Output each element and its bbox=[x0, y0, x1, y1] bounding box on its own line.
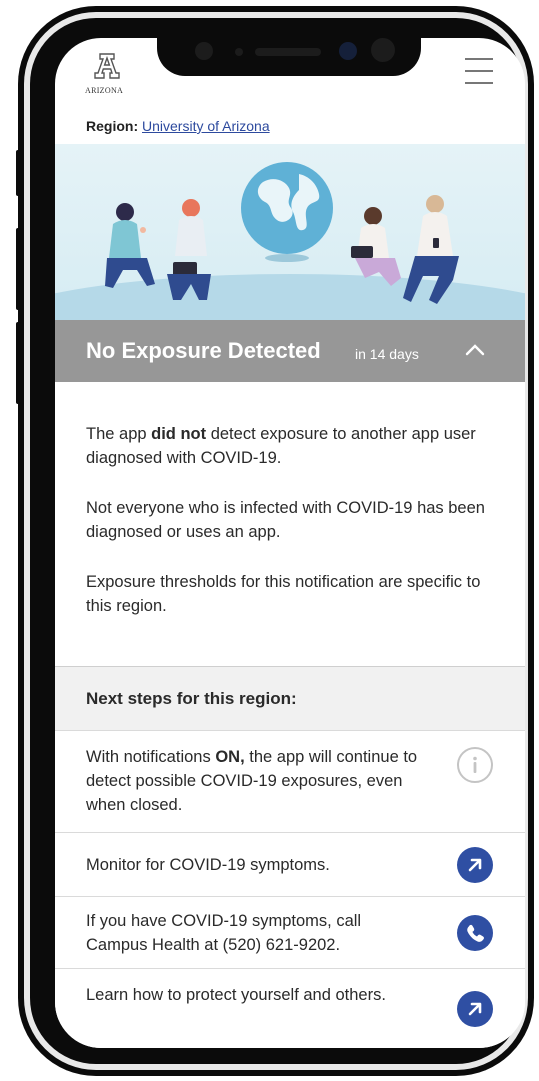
arrow-up-right-icon[interactable] bbox=[457, 991, 493, 1027]
phone-side-button bbox=[16, 228, 21, 310]
app-screen: ARIZONA Region: University of Arizona No… bbox=[55, 38, 525, 1048]
arrow-up-right-icon[interactable] bbox=[457, 847, 493, 883]
status-title: No Exposure Detected bbox=[86, 338, 321, 363]
detail-paragraph-3: Exposure thresholds for this notificatio… bbox=[86, 573, 481, 615]
detail-paragraph-2: Not everyone who is infected with COVID-… bbox=[86, 499, 485, 541]
arrow-glyph bbox=[468, 858, 482, 872]
phone-icon[interactable] bbox=[457, 915, 493, 951]
exposure-details: The app did not detect exposure to anoth… bbox=[55, 382, 525, 664]
status-subtitle: in 14 days bbox=[355, 346, 419, 362]
camera-lens bbox=[339, 42, 357, 60]
next-steps-header: Next steps for this region: bbox=[55, 666, 525, 730]
step-protect-yourself[interactable]: Learn how to protect yourself and others… bbox=[55, 968, 525, 1048]
sensor-dot bbox=[195, 42, 213, 60]
info-icon[interactable] bbox=[457, 747, 493, 783]
step-text: If you have COVID-19 symptoms, call Camp… bbox=[86, 912, 362, 954]
logo-text: ARIZONA bbox=[85, 86, 124, 95]
phone-side-button bbox=[16, 150, 21, 196]
step-monitor[interactable]: Monitor for COVID-19 symptoms. bbox=[55, 832, 525, 896]
arrow-glyph bbox=[468, 1002, 482, 1016]
step-text: Learn how to protect yourself and others… bbox=[86, 986, 386, 1004]
region-link[interactable]: University of Arizona bbox=[142, 118, 270, 134]
hero-illustration bbox=[55, 144, 525, 320]
hamburger-menu-icon[interactable] bbox=[465, 58, 493, 84]
exposure-status-bar[interactable]: No Exposure Detected in 14 days bbox=[55, 320, 525, 382]
arizona-a-icon bbox=[94, 53, 120, 79]
phone-notch bbox=[157, 38, 421, 76]
step-notifications: With notifications ON, the app will cont… bbox=[55, 730, 525, 832]
step-text: With notifications ON, the app will cont… bbox=[86, 748, 418, 814]
step-call-campus-health[interactable]: If you have COVID-19 symptoms, call Camp… bbox=[55, 896, 525, 968]
speaker-grille bbox=[255, 48, 321, 56]
next-steps-title: Next steps for this region: bbox=[86, 689, 297, 708]
sensor-dot bbox=[371, 38, 395, 62]
people-globe-illustration bbox=[55, 162, 525, 320]
phone-side-button bbox=[16, 322, 21, 404]
region-label: Region: bbox=[86, 118, 139, 134]
sensor-dot bbox=[235, 48, 243, 56]
info-glyph bbox=[473, 756, 477, 773]
detail-paragraph-1: The app did not detect exposure to anoth… bbox=[86, 425, 476, 467]
step-text: Monitor for COVID-19 symptoms. bbox=[86, 856, 330, 874]
chevron-up-icon[interactable] bbox=[465, 342, 485, 356]
phone-glyph bbox=[467, 924, 484, 942]
university-logo[interactable]: ARIZONA bbox=[85, 52, 131, 98]
region-line: Region: University of Arizona bbox=[86, 118, 270, 134]
